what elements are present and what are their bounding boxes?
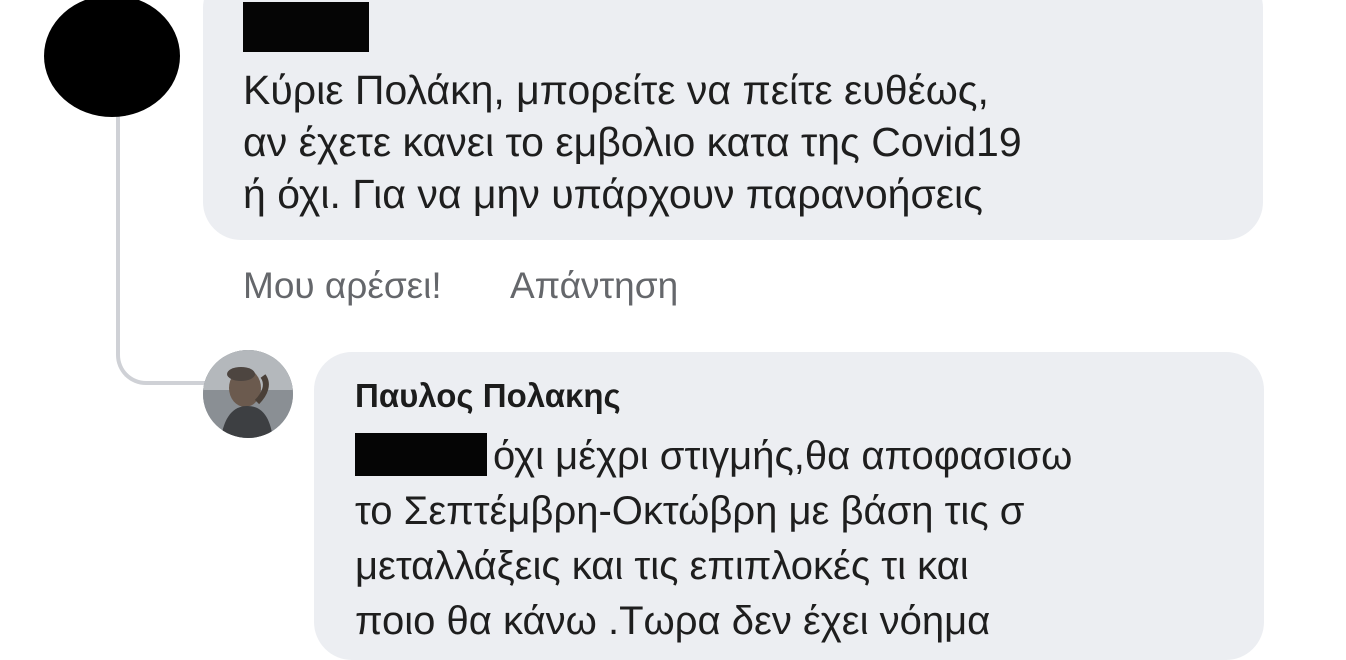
like-button[interactable]: Μου αρέσει!	[243, 265, 442, 307]
reply-line-2: το Σεπτέμβρη-Οκτώβρη με βάση τις σ	[355, 489, 1025, 533]
reply-author-avatar[interactable]	[203, 350, 293, 438]
comment-line-1: Κύριε Πολάκη, μπορείτε να πείτε ευθέως,	[243, 67, 989, 113]
profile-photo-icon	[203, 350, 293, 438]
redacted-commenter-name	[243, 2, 369, 52]
reply-line-4: ποιο θα κάνω .Τωρα δεν έχει νόημα	[355, 599, 991, 643]
reply-author-name[interactable]: Παυλος Πολακης	[355, 377, 621, 415]
reply-line-3: μεταλλάξεις και τις επιπλοκές τι και	[355, 544, 969, 588]
comment-text: Κύριε Πολάκη, μπορείτε να πείτε ευθέως, …	[243, 64, 1022, 220]
reply-line-1: όχι μέχρι στιγμής,θα αποφασισω	[493, 434, 1073, 478]
comment-actions: Μου αρέσει! Απάντηση	[243, 265, 678, 307]
reply-button[interactable]: Απάντηση	[510, 265, 678, 307]
commenter-avatar[interactable]	[44, 0, 180, 117]
comment-line-2: αν έχετε κανει το εμβολιο κατα της Covid…	[243, 119, 1022, 165]
reply-text: όχι μέχρι στιγμής,θα αποφασισω το Σεπτέμ…	[355, 429, 1072, 649]
comment-line-3: ή όχι. Για να μην υπάρχουν παρανοήσεις	[243, 171, 983, 217]
reply-line-1-wrapper: όχι μέχρι στιγμής,θα αποφασισω	[355, 429, 1072, 484]
